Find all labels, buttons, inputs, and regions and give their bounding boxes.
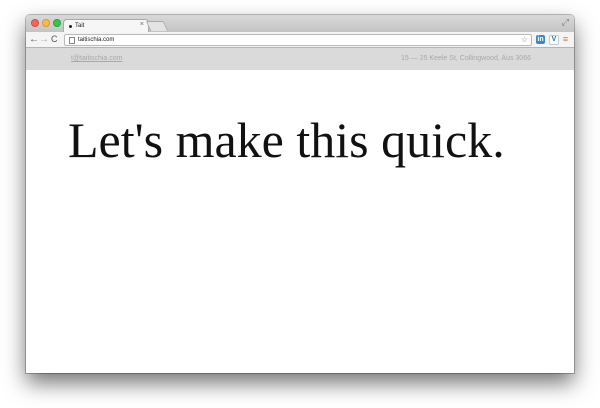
favicon-icon: [69, 25, 72, 28]
page-icon: [69, 37, 75, 44]
address-text: 15 — 25 Keele St, Collingwood, Aus 3066: [401, 55, 531, 62]
tab-close-icon[interactable]: ×: [140, 20, 144, 30]
reload-icon[interactable]: C: [51, 33, 58, 46]
close-window-button[interactable]: [31, 19, 39, 27]
tab-strip: Tait × ⤢: [26, 15, 574, 33]
menu-icon[interactable]: ≡: [561, 35, 570, 44]
minimize-window-button[interactable]: [42, 19, 50, 27]
site-header-bar: t@taitischia.com 15 — 25 Keele St, Colli…: [26, 48, 574, 70]
address-bar[interactable]: taitischia.com ☆: [64, 34, 532, 46]
back-icon[interactable]: ←: [29, 33, 39, 46]
tab-tait[interactable]: Tait ×: [63, 19, 149, 33]
tab-title: Tait: [75, 23, 85, 29]
new-tab-button[interactable]: [145, 21, 169, 31]
forward-icon[interactable]: →: [39, 33, 49, 46]
extension-icon-blue[interactable]: in: [536, 35, 545, 44]
maximize-window-button[interactable]: [53, 19, 61, 27]
url-text[interactable]: taitischia.com: [78, 35, 114, 45]
email-link[interactable]: t@taitischia.com: [71, 54, 122, 63]
fullscreen-icon[interactable]: ⤢: [562, 17, 569, 28]
extension-icon-v[interactable]: V: [549, 35, 559, 45]
browser-window: Tait × ⤢ ← → C taitischia.com ☆ in V ≡ t…: [26, 15, 574, 373]
bookmark-star-icon[interactable]: ☆: [521, 35, 528, 45]
browser-toolbar: ← → C taitischia.com ☆ in V ≡: [26, 32, 574, 48]
page-headline: Let's make this quick.: [68, 112, 505, 168]
